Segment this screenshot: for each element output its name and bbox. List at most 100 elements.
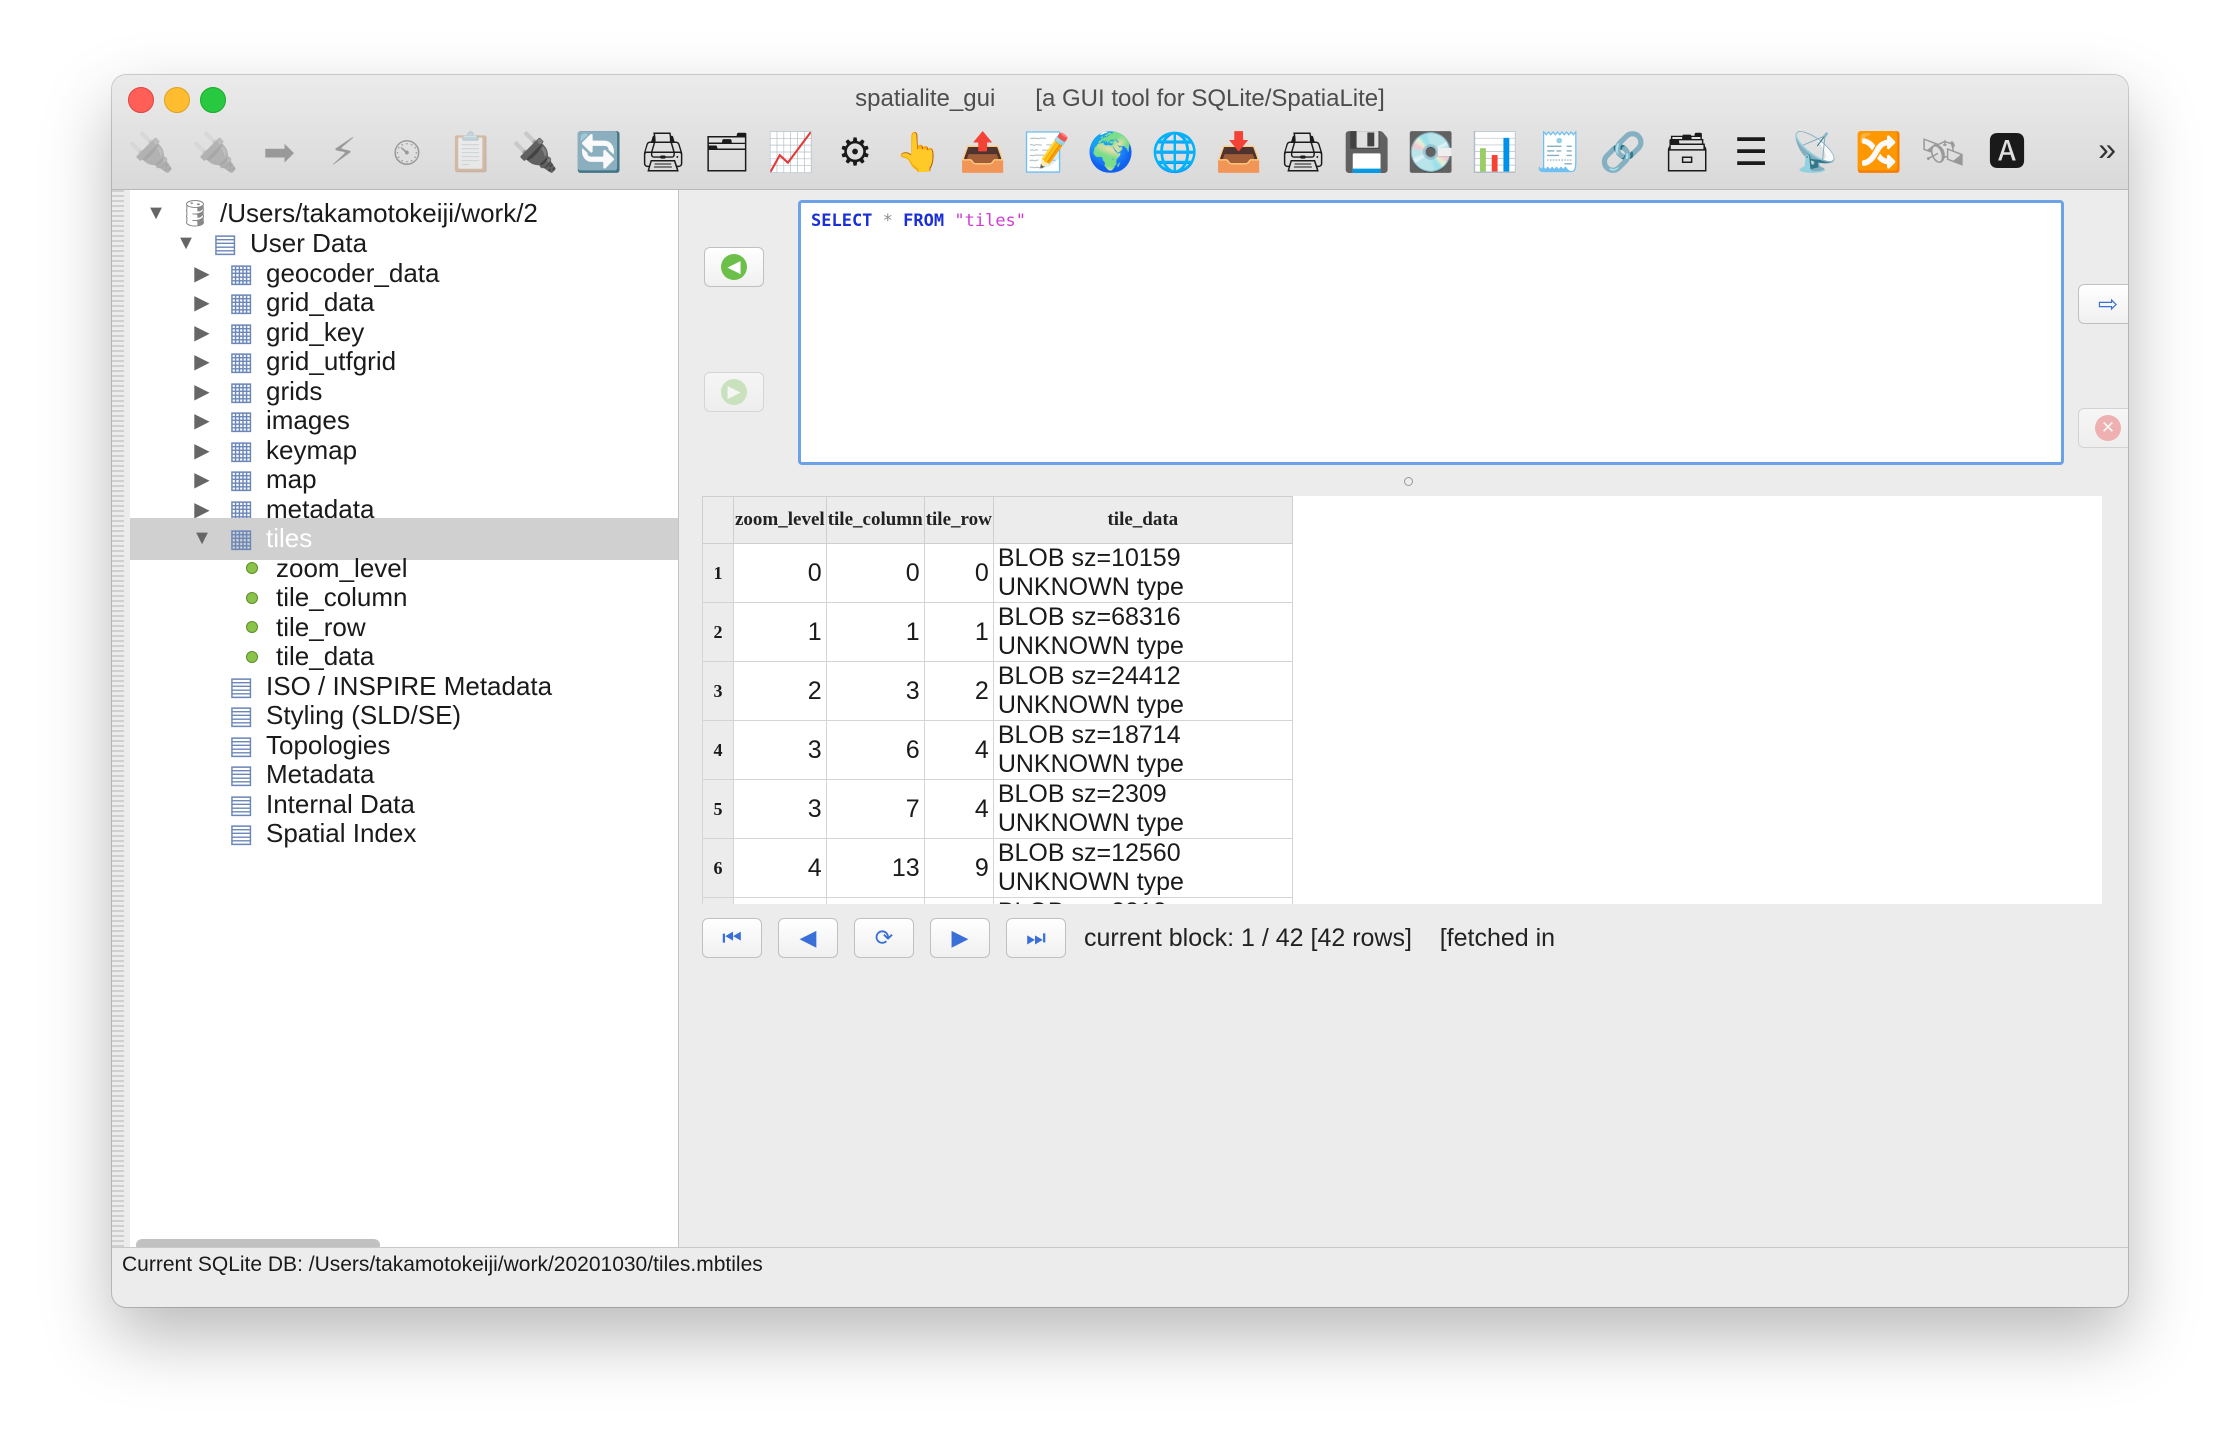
table-row[interactable]: 6 4 13 9 BLOB sz=12560 UNKNOWN type [702, 838, 1293, 898]
first-icon: ⏮ [722, 925, 742, 950]
results-grid[interactable]: zoom_level tile_column tile_row tile_dat… [702, 496, 2102, 904]
cell-zoom-level[interactable]: 4 [733, 897, 827, 904]
new-db-icon[interactable]: ➡ [254, 128, 304, 178]
column-header[interactable]: tile_column [825, 496, 925, 544]
table-row[interactable]: 3 2 3 2 BLOB sz=24412 UNKNOWN type [702, 661, 1293, 721]
layers-icon[interactable]: 🗃 [1662, 128, 1712, 178]
import-icon[interactable]: 📥 [1214, 128, 1264, 178]
cell-zoom-level[interactable]: 3 [733, 779, 827, 839]
cell-zoom-level[interactable]: 3 [733, 720, 827, 780]
cell-tile-data[interactable]: BLOB sz=18714 UNKNOWN type [992, 720, 1293, 780]
cell-tile-data[interactable]: BLOB sz=24412 UNKNOWN type [992, 661, 1293, 721]
title-bar: spatialite_gui [a GUI tool for SQLite/Sp… [112, 75, 2128, 190]
cell-tile-column[interactable]: 7 [825, 779, 925, 839]
column-dot-icon [246, 621, 258, 633]
clear-sql-button[interactable]: ✕ [2078, 408, 2128, 448]
excel-icon[interactable]: 📊 [1470, 128, 1520, 178]
align-icon[interactable]: ☰ [1726, 128, 1776, 178]
wms-icon[interactable]: 📡 [1790, 128, 1840, 178]
chart-icon[interactable]: 📈 [766, 128, 816, 178]
cell-tile-row[interactable]: 2 [923, 661, 994, 721]
column-header[interactable]: tile_data [992, 496, 1293, 544]
cell-tile-data[interactable]: BLOB sz=68316 UNKNOWN type [992, 602, 1293, 662]
raster-icon[interactable]: 🛰 [1918, 128, 1968, 178]
toolbar-overflow-button[interactable]: » [2098, 131, 2116, 168]
memory-db-icon[interactable]: ⚡ [318, 128, 368, 178]
cell-tile-column[interactable]: 14 [825, 897, 925, 904]
collapse-arrow-icon[interactable]: ▼ [144, 202, 168, 225]
cell-tile-data[interactable]: BLOB sz=10159 UNKNOWN type [992, 543, 1293, 603]
cell-tile-row[interactable]: 9 [923, 897, 994, 904]
first-block-button[interactable]: ⏮ [702, 918, 762, 958]
virtual-shp-icon[interactable]: 🗂 [702, 128, 752, 178]
cell-tile-data[interactable]: BLOB sz=3818 UNKNOWN type [992, 897, 1293, 904]
history-forward-button[interactable]: ▶ [704, 372, 764, 412]
save-icon[interactable]: 💾 [1342, 128, 1392, 178]
globe-export-icon[interactable]: 🌐 [1150, 128, 1200, 178]
hand-icon[interactable]: 👆 [894, 128, 944, 178]
export-icon[interactable]: 📤 [958, 128, 1008, 178]
vacuum-icon[interactable]: ⏲ [382, 128, 432, 178]
last-block-button[interactable]: ⏭ [1006, 918, 1066, 958]
cell-tile-row[interactable]: 4 [923, 720, 994, 780]
cell-zoom-level[interactable]: 0 [733, 543, 827, 603]
previous-block-button[interactable]: ◀ [778, 918, 838, 958]
horizontal-splitter[interactable] [690, 475, 2128, 486]
folder-icon: ▤ [228, 818, 254, 848]
row-number[interactable]: 5 [702, 779, 734, 839]
next-block-button[interactable]: ▶ [930, 918, 990, 958]
column-header[interactable]: tile_row [923, 496, 994, 544]
table-row[interactable]: 1 0 0 0 BLOB sz=10159 UNKNOWN type [702, 543, 1293, 603]
load-shp-icon[interactable]: 🖨 [638, 128, 688, 178]
print-icon[interactable]: 🖨 [1278, 128, 1328, 178]
sql-editor[interactable]: SELECT * FROM "tiles" [798, 200, 2064, 465]
topology-icon[interactable]: 🔀 [1854, 128, 1904, 178]
cell-zoom-level[interactable]: 4 [733, 838, 827, 898]
row-number[interactable]: 1 [702, 543, 734, 603]
cell-tile-data[interactable]: BLOB sz=2309 UNKNOWN type [992, 779, 1293, 839]
cell-zoom-level[interactable]: 1 [733, 602, 827, 662]
cell-tile-row[interactable]: 9 [923, 838, 994, 898]
cell-tile-column[interactable]: 3 [825, 661, 925, 721]
column-header[interactable]: zoom_level [733, 496, 827, 544]
disk-icon[interactable]: 💽 [1406, 128, 1456, 178]
status-db-path: Current SQLite DB: /Users/takamotokeiji/… [122, 1252, 763, 1276]
table-row[interactable]: 2 1 1 1 BLOB sz=68316 UNKNOWN type [702, 602, 1293, 662]
cell-tile-data[interactable]: BLOB sz=12560 UNKNOWN type [992, 838, 1293, 898]
results-table[interactable]: zoom_level tile_column tile_row tile_dat… [702, 496, 1293, 904]
grid-header-row: zoom_level tile_column tile_row tile_dat… [702, 496, 1293, 544]
row-number[interactable]: 4 [702, 720, 734, 780]
row-number[interactable]: 3 [702, 661, 734, 721]
table-row[interactable]: 74149BLOB sz=3818 UNKNOWN type [702, 897, 1293, 904]
cell-tile-row[interactable]: 4 [923, 779, 994, 839]
sql-script-icon[interactable]: 📋 [446, 128, 496, 178]
font-icon[interactable]: 🅰 [1982, 128, 2032, 178]
connect-icon[interactable]: 🔌 [126, 128, 176, 178]
cell-tile-column[interactable]: 0 [825, 543, 925, 603]
globe-icon[interactable]: 🌍 [1086, 128, 1136, 178]
cell-tile-column[interactable]: 13 [825, 838, 925, 898]
tree-group[interactable]: ▤ Spatial Index [130, 813, 678, 855]
row-number[interactable]: 6 [702, 838, 734, 898]
cell-tile-row[interactable]: 0 [923, 543, 994, 603]
attach-icon[interactable]: 🔌 [510, 128, 560, 178]
refresh-icon[interactable]: 🔄 [574, 128, 624, 178]
disconnect-icon[interactable]: 🔌 [190, 128, 240, 178]
refresh-block-button[interactable]: ⟳ [854, 918, 914, 958]
table-row[interactable]: 4 3 6 4 BLOB sz=18714 UNKNOWN type [702, 720, 1293, 780]
xml-icon[interactable]: 🧾 [1534, 128, 1584, 178]
settings-gear-icon[interactable]: ⚙ [830, 128, 880, 178]
table-row[interactable]: 5 3 7 4 BLOB sz=2309 UNKNOWN type [702, 779, 1293, 839]
cell-zoom-level[interactable]: 2 [733, 661, 827, 721]
cell-tile-row[interactable]: 1 [923, 602, 994, 662]
network-icon[interactable]: 🔗 [1598, 128, 1648, 178]
last-icon: ⏭ [1026, 925, 1046, 950]
row-number[interactable]: 2 [702, 602, 734, 662]
splitter-handle[interactable] [1404, 477, 1413, 486]
history-back-button[interactable]: ◀ [704, 247, 764, 287]
cell-tile-column[interactable]: 1 [825, 602, 925, 662]
execute-sql-button[interactable]: ⇨ [2078, 284, 2128, 324]
edit-icon[interactable]: 📝 [1022, 128, 1072, 178]
row-number[interactable]: 7 [702, 897, 734, 904]
cell-tile-column[interactable]: 6 [825, 720, 925, 780]
